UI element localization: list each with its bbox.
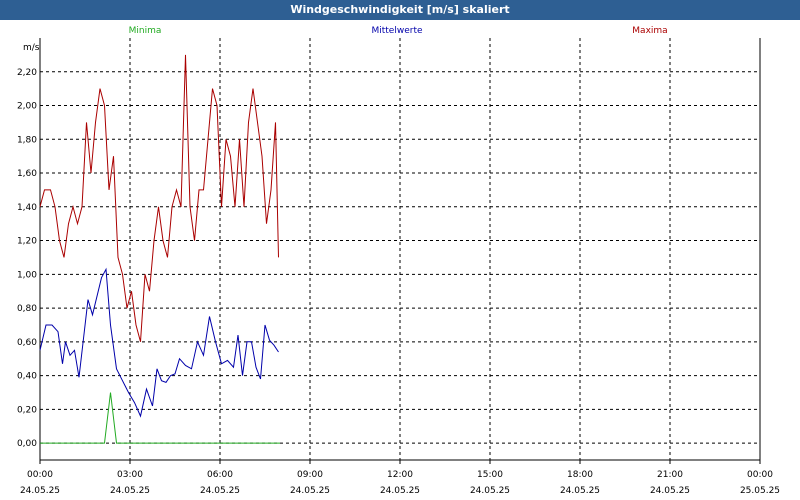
x-tick-date: 24.05.25 — [110, 486, 150, 496]
x-tick-date: 24.05.25 — [560, 486, 600, 496]
series-line-mittelwerte — [39, 267, 279, 418]
x-tick-time: 09:00 — [297, 470, 323, 480]
y-tick-label: 0,00 — [17, 439, 37, 449]
y-tick-label: 1,60 — [17, 169, 37, 179]
x-tick-time: 21:00 — [657, 470, 683, 480]
x-tick-date: 24.05.25 — [20, 486, 60, 496]
series-lines — [39, 54, 280, 444]
legend: Minima Mittelwerte Maxima — [129, 26, 668, 36]
y-tick-label: 1,20 — [17, 237, 37, 247]
y-tick-label: 1,00 — [17, 270, 37, 280]
legend-mittelwerte: Mittelwerte — [371, 26, 422, 36]
x-tick-time: 15:00 — [477, 470, 503, 480]
y-tick-label: 0,60 — [17, 338, 37, 348]
y-axis-label: m/s — [23, 43, 40, 53]
y-tick-label: 0,80 — [17, 304, 37, 314]
x-tick-date: 24.05.25 — [380, 486, 420, 496]
series-line-minima — [40, 392, 280, 444]
x-tick-date: 24.05.25 — [200, 486, 240, 496]
legend-maxima: Maxima — [632, 26, 667, 36]
grid — [39, 38, 761, 461]
x-tick-time: 00:00 — [27, 470, 53, 480]
x-axis: 00:00 24.05.25 03:00 24.05.25 06:00 24.05.25 0… — [20, 460, 780, 496]
x-tick-date: 24.05.25 — [470, 486, 510, 496]
chart: 0,00 0,20 0,40 0,60 0,80 1,00 1,20 1,40 1,60 1,80… — [17, 26, 780, 496]
y-tick-label: 2,20 — [17, 68, 37, 78]
x-tick-date: 25.05.25 — [740, 486, 780, 496]
y-tick-label: 2,00 — [17, 102, 37, 112]
x-tick-time: 12:00 — [387, 470, 413, 480]
y-tick-label: 0,20 — [17, 405, 37, 415]
y-tick-label: 1,80 — [17, 135, 37, 145]
legend-minima: Minima — [129, 26, 162, 36]
x-tick-date: 24.05.25 — [650, 486, 690, 496]
y-axis: 0,00 0,20 0,40 0,60 0,80 1,00 1,20 1,40 1,60 1,80… — [17, 68, 37, 449]
window-title: Windgeschwindigkeit [m/s] skaliert — [0, 0, 800, 20]
x-tick-time: 06:00 — [207, 470, 233, 480]
x-tick-time: 18:00 — [567, 470, 593, 480]
x-tick-time: 00:00 — [747, 470, 773, 480]
x-tick-time: 03:00 — [117, 470, 143, 480]
y-tick-label: 0,40 — [17, 372, 37, 382]
series-line-maxima — [39, 54, 279, 342]
y-tick-label: 1,40 — [17, 203, 37, 213]
x-tick-date: 24.05.25 — [290, 486, 330, 496]
